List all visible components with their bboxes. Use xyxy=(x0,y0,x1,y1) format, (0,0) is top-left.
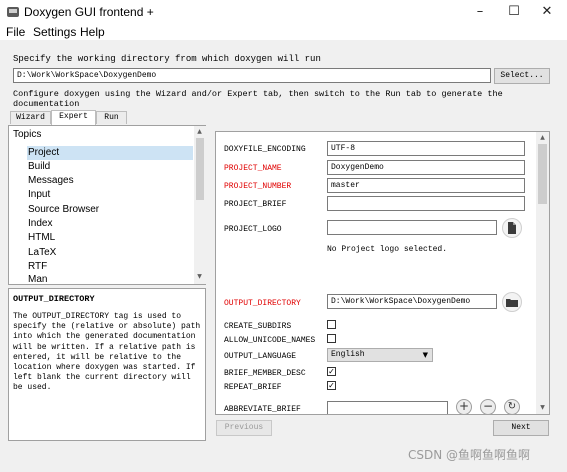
tab-wizard[interactable]: Wizard xyxy=(10,111,51,124)
project-name-label: PROJECT_NAME xyxy=(224,164,282,173)
brief-member-desc-checkbox[interactable]: ✓ xyxy=(327,367,336,376)
settings-panel: DOXYFILE_ENCODING PROJECT_NAME PROJECT_N… xyxy=(215,131,550,415)
topics-header: Topics xyxy=(13,129,42,140)
project-brief-label: PROJECT_BRIEF xyxy=(224,200,287,209)
settings-scroll-thumb[interactable] xyxy=(538,144,547,204)
abbreviate-brief-label: ABBREVIATE_BRIEF xyxy=(224,405,301,414)
folder-icon xyxy=(506,299,518,307)
output-language-value: English xyxy=(331,350,365,359)
topic-rtf[interactable]: RTF xyxy=(27,260,193,274)
project-number-field[interactable] xyxy=(327,178,525,193)
browse-output-dir-button[interactable] xyxy=(502,292,522,312)
menu-help[interactable]: Help xyxy=(80,25,105,39)
topic-project[interactable]: Project xyxy=(27,146,193,160)
topic-source-browser[interactable]: Source Browser xyxy=(27,203,193,217)
doxyfile-encoding-label: DOXYFILE_ENCODING xyxy=(224,145,306,154)
help-panel: OUTPUT_DIRECTORY The OUTPUT_DIRECTORY ta… xyxy=(8,288,206,441)
output-language-label: OUTPUT_LANGUAGE xyxy=(224,352,297,361)
topic-man[interactable]: Man xyxy=(27,273,193,284)
menu-file[interactable]: File xyxy=(6,25,25,39)
output-directory-field[interactable] xyxy=(327,294,497,309)
project-brief-field[interactable] xyxy=(327,196,525,211)
abbreviate-brief-field[interactable] xyxy=(327,401,448,414)
tab-run[interactable]: Run xyxy=(96,111,127,124)
topic-messages[interactable]: Messages xyxy=(27,174,193,188)
topic-html[interactable]: HTML xyxy=(27,231,193,245)
scroll-up-icon[interactable]: ▲ xyxy=(195,128,204,135)
tab-expert[interactable]: Expert xyxy=(51,110,96,125)
topic-latex[interactable]: LaTeX xyxy=(27,246,193,260)
doxyfile-encoding-field[interactable] xyxy=(327,141,525,156)
minimize-button[interactable]: – xyxy=(464,0,496,24)
topics-scroll-thumb[interactable] xyxy=(196,138,204,200)
output-directory-label: OUTPUT_DIRECTORY xyxy=(224,299,301,308)
project-logo-field[interactable] xyxy=(327,220,497,235)
topic-index[interactable]: Index xyxy=(27,217,193,231)
watermark: CSDN @鱼啊鱼啊鱼啊 xyxy=(408,448,531,462)
next-button[interactable]: Next xyxy=(493,420,549,436)
instruction-text: Configure doxygen using the Wizard and/o… xyxy=(13,89,503,109)
brief-member-desc-label: BRIEF_MEMBER_DESC xyxy=(224,369,306,378)
repeat-brief-label: REPEAT_BRIEF xyxy=(224,383,282,392)
topic-input[interactable]: Input xyxy=(27,188,193,202)
workdir-input[interactable] xyxy=(13,68,491,83)
scroll-up-icon[interactable]: ▲ xyxy=(538,134,547,141)
create-subdirs-label: CREATE_SUBDIRS xyxy=(224,322,292,331)
browse-logo-button[interactable] xyxy=(502,218,522,238)
refresh-icon[interactable]: ↻ xyxy=(504,399,520,414)
output-language-select[interactable]: English ▼ xyxy=(327,348,433,362)
help-text: The OUTPUT_DIRECTORY tag is used to spec… xyxy=(13,312,201,393)
allow-unicode-names-checkbox[interactable] xyxy=(327,334,336,343)
chevron-down-icon: ▼ xyxy=(422,351,428,359)
topics-panel: Topics Project Build Messages Input Sour… xyxy=(8,125,206,285)
previous-button[interactable]: Previous xyxy=(216,420,272,436)
file-icon xyxy=(508,222,516,234)
select-workdir-button[interactable]: Select... xyxy=(494,68,550,84)
remove-icon[interactable]: − xyxy=(480,399,496,414)
project-logo-label: PROJECT_LOGO xyxy=(224,225,282,234)
topic-build[interactable]: Build xyxy=(27,160,193,174)
scroll-down-icon[interactable]: ▼ xyxy=(538,404,547,411)
scroll-down-icon[interactable]: ▼ xyxy=(195,273,204,280)
project-number-label: PROJECT_NUMBER xyxy=(224,182,292,191)
doxygen-app-icon xyxy=(7,7,19,17)
workdir-prompt: Specify the working directory from which… xyxy=(13,54,321,64)
allow-unicode-names-label: ALLOW_UNICODE_NAMES xyxy=(224,336,316,345)
project-logo-status: No Project logo selected. xyxy=(327,245,448,254)
maximize-button[interactable]: ☐ xyxy=(498,0,530,24)
repeat-brief-checkbox[interactable]: ✓ xyxy=(327,381,336,390)
project-name-field[interactable] xyxy=(327,160,525,175)
add-icon[interactable]: + xyxy=(456,399,472,414)
close-button[interactable]: ✕ xyxy=(531,0,563,24)
menu-settings[interactable]: Settings xyxy=(33,25,76,39)
window-title: Doxygen GUI frontend + xyxy=(24,5,154,19)
create-subdirs-checkbox[interactable] xyxy=(327,320,336,329)
help-title: OUTPUT_DIRECTORY xyxy=(13,294,95,304)
